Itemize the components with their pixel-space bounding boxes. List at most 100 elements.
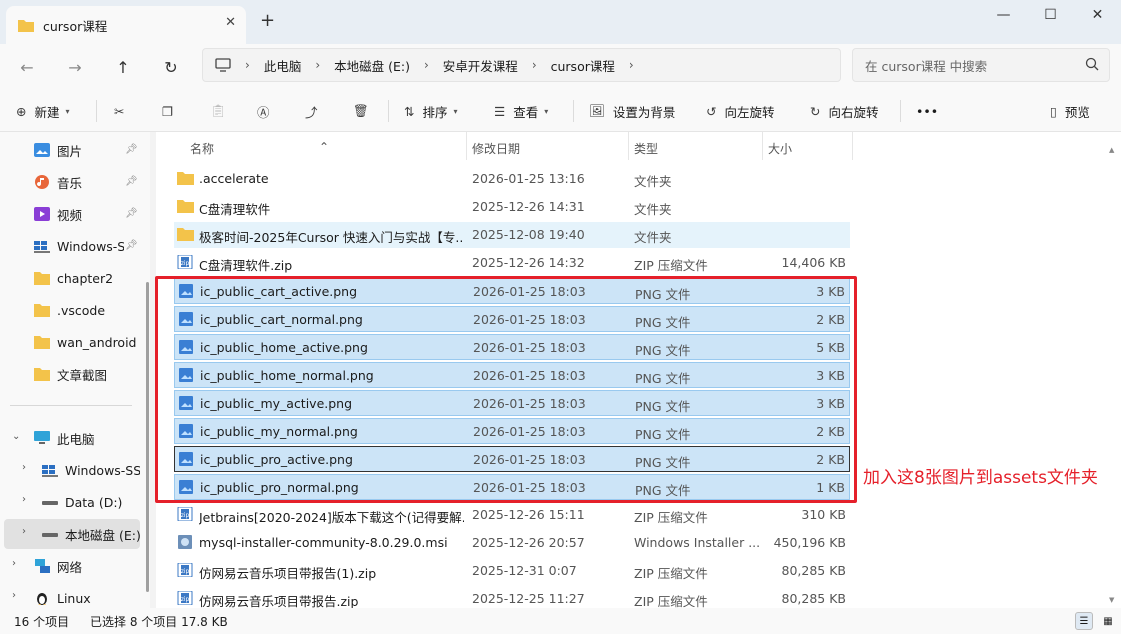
sidebar-label: Linux <box>57 590 91 606</box>
tiles-view-button[interactable]: ▦ <box>1099 612 1117 630</box>
sidebar-item-vscode[interactable]: .vscode <box>34 295 146 325</box>
pin-icon[interactable]: 📌︎ <box>125 176 138 187</box>
sidebar-item-article-screenshots[interactable]: 文章截图 <box>34 359 146 389</box>
rotate-left-label: 向左旋转 <box>724 104 775 120</box>
selection-annotation-box <box>155 276 857 503</box>
details-view-button[interactable]: ☰ <box>1075 612 1093 630</box>
file-name: C盘清理软件.zip <box>199 258 293 273</box>
column-divider[interactable] <box>762 132 763 160</box>
new-tab-button[interactable]: + <box>260 10 275 31</box>
sidebar-item-chapter2[interactable]: chapter2 <box>34 263 146 293</box>
delete-button[interactable]: 🗑︎ <box>353 99 377 123</box>
refresh-icon[interactable]: ↻ <box>156 52 186 82</box>
chevron-right-icon[interactable]: › <box>12 590 16 601</box>
file-row[interactable]: .accelerate 2026-01-25 13:16 文件夹 <box>174 166 850 192</box>
close-button[interactable]: ✕ <box>1074 0 1121 30</box>
file-date: 2025-12-26 14:31 <box>472 199 585 214</box>
cut-button[interactable]: ✂ <box>114 99 132 123</box>
toolbar-divider <box>96 100 97 122</box>
chevron-right-icon[interactable]: › <box>629 58 634 72</box>
address-bar[interactable]: › 此电脑 › 本地磁盘 (E:) › 安卓开发课程 › cursor课程 › <box>202 48 841 82</box>
chevron-right-icon[interactable]: › <box>22 494 26 505</box>
sidebar-item-network[interactable]: 网络 <box>34 551 146 581</box>
preview-button[interactable]: ▯ 预览 <box>1050 99 1090 123</box>
chevron-right-icon[interactable]: › <box>532 58 537 72</box>
sidebar-item-windows-ssd[interactable]: Windows-SSD <box>34 231 124 261</box>
file-type: 文件夹 <box>634 174 672 189</box>
share-button[interactable]: ⤴ <box>305 99 326 123</box>
sidebar-item-this-pc[interactable]: 此电脑 <box>34 423 146 453</box>
file-row[interactable]: zip C盘清理软件.zip 2025-12-26 14:32 ZIP 压缩文件 14,… <box>174 250 850 276</box>
set-background-button[interactable]: 🖼︎ 设置为背景 <box>589 99 675 123</box>
more-button[interactable]: ••• <box>916 99 938 123</box>
file-size: 310 KB <box>801 507 846 522</box>
breadcrumb-drive-e[interactable]: 本地磁盘 (E:) <box>334 56 410 75</box>
drive-icon <box>42 533 58 537</box>
sidebar-item-data-d[interactable]: Data (D:) <box>42 487 146 517</box>
sidebar-item-wan-android[interactable]: wan_android <box>34 327 146 357</box>
pin-icon[interactable]: 📌︎ <box>125 144 138 155</box>
image-icon: 🖼︎ <box>589 103 605 118</box>
file-row[interactable]: zip Jetbrains[2020-2024]版本下载这个(记得要解... 202… <box>174 502 850 528</box>
sort-button[interactable]: ⇅ 排序 ▾ <box>404 99 458 123</box>
file-list-scrollbar[interactable]: ▲ ▼ <box>1109 146 1117 606</box>
column-size[interactable]: 大小 <box>768 140 792 157</box>
chevron-down-icon[interactable]: ⌄ <box>12 431 20 442</box>
view-button[interactable]: ☰ 查看 ▾ <box>494 99 548 123</box>
navigation-bar: ← → ↑ ↻ › 此电脑 › 本地磁盘 (E:) › 安卓开发课程 › cur… <box>0 44 1121 90</box>
back-arrow-icon[interactable]: ← <box>12 52 42 82</box>
file-row[interactable]: C盘清理软件 2025-12-26 14:31 文件夹 <box>174 194 850 220</box>
file-type: Windows Installer ... <box>634 535 759 550</box>
pin-icon[interactable]: 📌︎ <box>125 208 138 219</box>
column-divider[interactable] <box>628 132 629 160</box>
column-date[interactable]: 修改日期 <box>472 140 520 157</box>
tab-cursor[interactable]: cursor课程 ✕ <box>6 6 246 44</box>
paste-button[interactable]: 📋︎ <box>210 99 234 123</box>
sidebar-scrollbar[interactable] <box>146 282 149 592</box>
column-divider[interactable] <box>466 132 467 160</box>
forward-arrow-icon[interactable]: → <box>60 52 90 82</box>
column-divider[interactable] <box>852 132 853 160</box>
scroll-up-icon[interactable]: ▲ <box>1109 146 1114 154</box>
rotate-left-button[interactable]: ↺ 向左旋转 <box>706 99 775 123</box>
rename-icon: Ⓐ <box>257 104 270 120</box>
sidebar-label: Data (D:) <box>65 494 123 510</box>
rename-button[interactable]: Ⓐ <box>257 99 278 123</box>
network-icon <box>35 559 50 573</box>
breadcrumb-this-pc[interactable]: 此电脑 <box>264 56 302 75</box>
status-bar: 16 个项目 已选择 8 个项目 17.8 KB ☰ ▦ <box>0 608 1121 634</box>
pin-icon[interactable]: 📌︎ <box>125 240 138 251</box>
sidebar-item-windows-ssd-drive[interactable]: Windows-SSD <box>42 455 140 485</box>
up-arrow-icon[interactable]: ↑ <box>108 52 138 82</box>
copy-icon: ❐ <box>162 103 174 119</box>
file-row[interactable]: 极客时间-2025年Cursor 快速入门与实战【专... 2025-12-08 … <box>174 222 850 248</box>
chevron-right-icon[interactable]: › <box>315 58 320 72</box>
this-pc-icon <box>34 431 50 444</box>
zip-file-icon: zip <box>177 507 193 521</box>
item-count: 16 个项目 <box>14 615 70 629</box>
copy-button[interactable]: ❐ <box>162 99 181 123</box>
scroll-down-icon[interactable]: ▼ <box>1109 596 1114 604</box>
zip-file-icon: zip <box>177 563 193 577</box>
search-input[interactable]: 在 cursor课程 中搜索 <box>852 48 1110 82</box>
chevron-right-icon[interactable]: › <box>22 526 26 537</box>
maximize-button[interactable]: ☐ <box>1027 0 1074 30</box>
minimize-button[interactable]: — <box>980 0 1027 30</box>
sort-ascending-icon: ⌃ <box>319 140 330 154</box>
file-row[interactable]: zip 仿网易云音乐项目带报告(1).zip 2025-12-31 0:07 ZIP … <box>174 558 850 584</box>
windows-drive-icon <box>34 241 50 253</box>
new-button[interactable]: ⊕ 新建 ▾ <box>16 99 70 123</box>
chevron-right-icon[interactable]: › <box>12 558 16 569</box>
file-row[interactable]: mysql-installer-community-8.0.29.0.msi 20… <box>174 530 850 556</box>
breadcrumb-android-course[interactable]: 安卓开发课程 <box>443 56 518 75</box>
column-type[interactable]: 类型 <box>634 140 658 157</box>
breadcrumb-cursor-course[interactable]: cursor课程 <box>551 56 615 75</box>
folder-icon <box>34 304 50 317</box>
chevron-right-icon[interactable]: › <box>424 58 429 72</box>
column-name[interactable]: 名称 <box>190 140 214 157</box>
chevron-right-icon[interactable]: › <box>22 462 26 473</box>
clipboard-icon: 📋︎ <box>210 103 226 118</box>
rotate-right-button[interactable]: ↻ 向右旋转 <box>810 99 879 123</box>
zip-file-icon: zip <box>177 591 193 605</box>
close-tab-icon[interactable]: ✕ <box>225 15 236 30</box>
